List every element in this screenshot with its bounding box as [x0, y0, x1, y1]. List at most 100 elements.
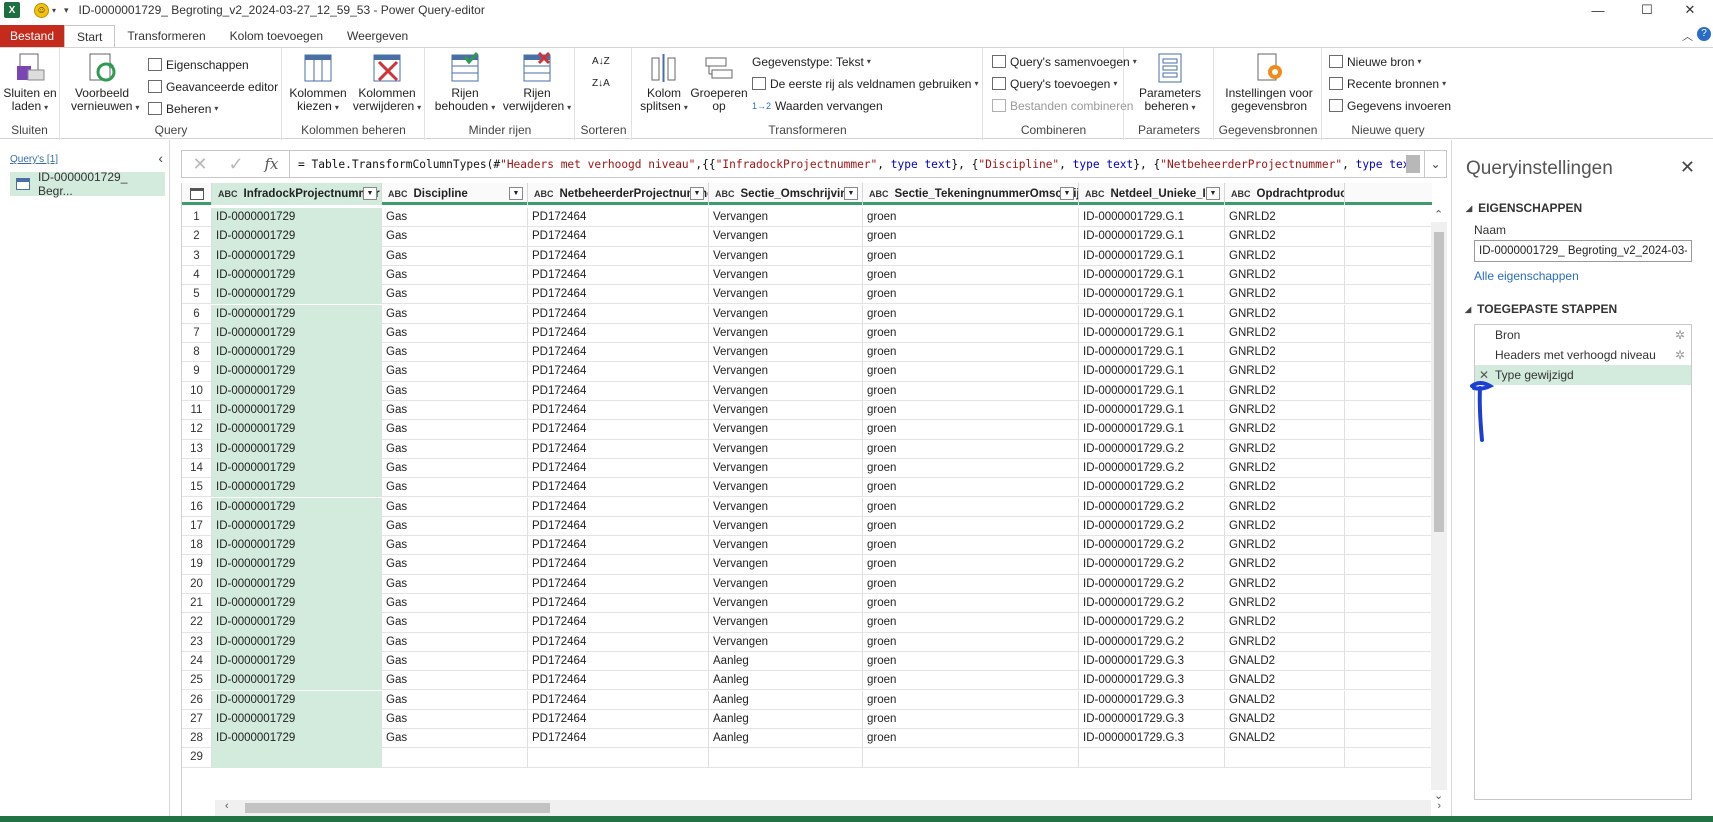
- cancel-formula-icon[interactable]: ✕: [182, 154, 218, 175]
- table-cell[interactable]: ID-0000001729: [212, 516, 382, 537]
- table-cell[interactable]: GNRLD2: [1225, 594, 1345, 614]
- query-name-input[interactable]: [1474, 240, 1692, 262]
- beheren-button[interactable]: Beheren ▾: [148, 99, 218, 118]
- table-cell[interactable]: ID-0000001729: [212, 285, 382, 305]
- table-cell[interactable]: ID-0000001729.G.3: [1079, 651, 1225, 672]
- column-header[interactable]: ABC Opdrachtproduct_Ext: [1225, 183, 1345, 205]
- scroll-left-icon[interactable]: ‹: [225, 800, 229, 812]
- table-cell[interactable]: ID-0000001729: [212, 594, 382, 614]
- table-cell[interactable]: groen: [863, 536, 1079, 556]
- collapse-ribbon-icon[interactable]: ︿: [1682, 28, 1693, 44]
- table-row[interactable]: 5 ID-0000001729 Gas PD172464 Vervangen groen I…: [182, 285, 1432, 305]
- table-cell[interactable]: groen: [863, 458, 1079, 479]
- table-cell[interactable]: PD172464: [528, 651, 709, 672]
- smiley-feedback-icon[interactable]: ☺: [34, 2, 49, 18]
- table-row[interactable]: 1 ID-0000001729 Gas PD172464 Vervangen groen I…: [182, 208, 1432, 228]
- table-cell[interactable]: ID-0000001729: [212, 420, 382, 440]
- groeperen-op-button[interactable]: Groeperen op: [689, 52, 749, 113]
- table-cell[interactable]: groen: [863, 401, 1079, 421]
- table-cell[interactable]: Gas: [382, 478, 528, 498]
- queries-header[interactable]: Query's [1]: [10, 154, 58, 165]
- table-cell[interactable]: Gas: [382, 439, 528, 459]
- table-cell[interactable]: groen: [863, 594, 1079, 614]
- table-cell[interactable]: PD172464: [528, 594, 709, 614]
- table-cell[interactable]: ID-0000001729: [212, 690, 382, 710]
- filter-dropdown-icon[interactable]: ▼: [1206, 187, 1220, 200]
- table-cell[interactable]: ID-0000001729.G.3: [1079, 690, 1225, 710]
- table-cell[interactable]: Vervangen: [709, 536, 863, 556]
- table-cell[interactable]: GNRLD2: [1225, 536, 1345, 556]
- table-cell[interactable]: ID-0000001729.G.2: [1079, 439, 1225, 459]
- tab-transformeren[interactable]: Transformeren: [115, 25, 217, 47]
- table-cell[interactable]: Vervangen: [709, 227, 863, 247]
- table-cell[interactable]: Vervangen: [709, 613, 863, 633]
- table-cell[interactable]: Gas: [382, 729, 528, 749]
- column-header[interactable]: ABC InfradockProjectnummer ▼: [212, 183, 382, 205]
- table-cell[interactable]: [863, 748, 1079, 768]
- table-row[interactable]: 9 ID-0000001729 Gas PD172464 Vervangen groen I…: [182, 362, 1432, 382]
- table-cell[interactable]: ID-0000001729.G.1: [1079, 362, 1225, 382]
- formula-scroll-thumb[interactable]: [1406, 155, 1420, 173]
- bestanden-combineren-button[interactable]: Bestanden combineren: [992, 96, 1133, 115]
- table-cell[interactable]: Gas: [382, 497, 528, 517]
- table-cell[interactable]: ID-0000001729.G.3: [1079, 729, 1225, 749]
- eigenschappen-button[interactable]: Eigenschappen: [148, 55, 249, 74]
- query-toevoegen-button[interactable]: Query's toevoegen ▾: [992, 74, 1117, 93]
- table-cell[interactable]: groen: [863, 381, 1079, 401]
- table-cell[interactable]: ID-0000001729.G.2: [1079, 497, 1225, 517]
- table-cell[interactable]: ID-0000001729: [212, 555, 382, 575]
- table-cell[interactable]: Gas: [382, 208, 528, 228]
- table-cell[interactable]: PD172464: [528, 439, 709, 459]
- table-cell[interactable]: PD172464: [528, 709, 709, 730]
- tab-weergeven[interactable]: Weergeven: [335, 25, 420, 47]
- table-row[interactable]: 6 ID-0000001729 Gas PD172464 Vervangen groen I…: [182, 304, 1432, 324]
- scroll-right-icon[interactable]: ›: [1437, 800, 1441, 812]
- table-cell[interactable]: groen: [863, 632, 1079, 652]
- table-row[interactable]: 18 ID-0000001729 Gas PD172464 Vervangen groen…: [182, 536, 1432, 556]
- table-cell[interactable]: groen: [863, 516, 1079, 537]
- table-cell[interactable]: ID-0000001729: [212, 304, 382, 324]
- column-header[interactable]: ABC NetbeheerderProjectnummer ▼: [528, 183, 709, 205]
- kolommen-verwijderen-button[interactable]: Kolommen verwijderen ▾: [351, 52, 423, 114]
- table-cell[interactable]: ID-0000001729.G.1: [1079, 420, 1225, 440]
- geavanceerde-editor-button[interactable]: Geavanceerde editor: [148, 77, 278, 96]
- table-cell[interactable]: groen: [863, 265, 1079, 286]
- table-cell[interactable]: ID-0000001729.G.2: [1079, 594, 1225, 614]
- table-cell[interactable]: Vervangen: [709, 555, 863, 575]
- column-header[interactable]: ABC Sectie_Omschrijving ▼: [709, 183, 863, 205]
- table-row[interactable]: 20 ID-0000001729 Gas PD172464 Vervangen groen…: [182, 574, 1432, 594]
- table-cell[interactable]: groen: [863, 709, 1079, 730]
- customize-toolbar-icon[interactable]: ▾: [64, 5, 69, 16]
- table-cell[interactable]: Vervangen: [709, 516, 863, 537]
- table-cell[interactable]: Vervangen: [709, 574, 863, 594]
- table-cell[interactable]: Gas: [382, 362, 528, 382]
- table-cell[interactable]: GNRLD2: [1225, 246, 1345, 266]
- table-cell[interactable]: ID-0000001729.G.2: [1079, 536, 1225, 556]
- table-cell[interactable]: Gas: [382, 343, 528, 363]
- table-cell[interactable]: ID-0000001729: [212, 536, 382, 556]
- table-cell[interactable]: PD172464: [528, 381, 709, 401]
- table-cell[interactable]: Gas: [382, 285, 528, 305]
- gear-icon[interactable]: ✲: [1675, 328, 1685, 342]
- table-cell[interactable]: GNRLD2: [1225, 304, 1345, 324]
- table-cell[interactable]: Gas: [382, 651, 528, 672]
- table-cell[interactable]: GNALD2: [1225, 671, 1345, 691]
- text-type-icon[interactable]: ABC: [869, 189, 889, 199]
- close-window-button[interactable]: ✕: [1667, 0, 1713, 20]
- table-cell[interactable]: Vervangen: [709, 343, 863, 363]
- horizontal-scrollbar[interactable]: ‹ ›: [215, 800, 1441, 816]
- all-properties-link[interactable]: Alle eigenschappen: [1474, 269, 1579, 283]
- table-cell[interactable]: groen: [863, 729, 1079, 749]
- table-row[interactable]: 16 ID-0000001729 Gas PD172464 Vervangen groen…: [182, 497, 1432, 517]
- table-cell[interactable]: ID-0000001729.G.1: [1079, 227, 1225, 247]
- table-cell[interactable]: groen: [863, 343, 1079, 363]
- table-cell[interactable]: PD172464: [528, 246, 709, 266]
- step-headers[interactable]: Headers met verhoogd niveau ✲: [1475, 345, 1691, 365]
- voorbeeld-vernieuwen-button[interactable]: Voorbeeld vernieuwen ▾: [71, 52, 139, 114]
- table-row[interactable]: 19 ID-0000001729 Gas PD172464 Vervangen groen…: [182, 555, 1432, 575]
- table-cell[interactable]: groen: [863, 651, 1079, 672]
- gegevens-invoeren-button[interactable]: Gegevens invoeren: [1329, 96, 1451, 115]
- table-row[interactable]: 26 ID-0000001729 Gas PD172464 Aanleg groen ID-…: [182, 690, 1432, 710]
- table-cell[interactable]: [212, 748, 382, 768]
- table-cell[interactable]: Vervangen: [709, 265, 863, 286]
